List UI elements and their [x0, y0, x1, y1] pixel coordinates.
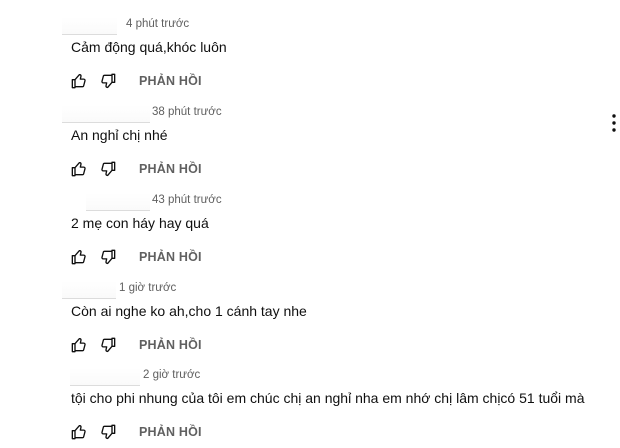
comment-text: tội cho phi nhung của tôi em chúc chị an… [71, 390, 585, 406]
author-name-redacted[interactable] [62, 17, 117, 35]
comment-timestamp[interactable]: 1 giờ trước [119, 282, 176, 294]
reply-button[interactable]: PHẢN HỒI [139, 425, 202, 439]
like-button[interactable] [70, 423, 88, 441]
vertical-ellipsis-icon [612, 114, 616, 132]
comment-item: 2 giờ trước tội cho phi nhung của tôi em… [0, 360, 600, 448]
comment-text: 2 mẹ con háy hay quá [71, 215, 209, 231]
thumbs-down-icon [101, 337, 116, 353]
comment-timestamp[interactable]: 2 giờ trước [143, 369, 200, 381]
comment-item: 1 giờ trước Còn ai nghe ko ah,cho 1 cánh… [0, 273, 600, 361]
dislike-button[interactable] [99, 160, 117, 178]
thumbs-up-icon [71, 162, 86, 177]
comment-item: 43 phút trước 2 mẹ con háy hay quá PHẢN … [0, 185, 600, 273]
like-button[interactable] [70, 336, 88, 354]
author-name-redacted[interactable] [62, 105, 150, 123]
thumbs-up-icon [71, 250, 86, 265]
comment-timestamp[interactable]: 43 phút trước [152, 194, 222, 206]
comment-text: An nghỉ chị nhé [71, 127, 168, 143]
comment-action-menu-button[interactable] [609, 112, 619, 134]
reply-button[interactable]: PHẢN HỒI [139, 74, 202, 88]
dislike-button[interactable] [99, 336, 117, 354]
comment-text: Còn ai nghe ko ah,cho 1 cánh tay nhe [71, 303, 307, 319]
comment-text: Cảm động quá,khóc luôn [71, 39, 227, 55]
like-button[interactable] [70, 160, 88, 178]
dislike-button[interactable] [99, 248, 117, 266]
thumbs-up-icon [71, 338, 86, 353]
comment-item: 4 phút trước Cảm động quá,khóc luôn PHẢN… [0, 9, 600, 97]
thumbs-down-icon [101, 249, 116, 265]
comment-timestamp[interactable]: 38 phút trước [152, 106, 222, 118]
reply-button[interactable]: PHẢN HỒI [139, 338, 202, 352]
comment-actions: PHẢN HỒI [70, 420, 202, 444]
author-name-redacted[interactable] [86, 193, 150, 211]
comment-actions: PHẢN HỒI [70, 333, 202, 357]
thumbs-down-icon [101, 73, 116, 89]
thumbs-up-icon [71, 74, 86, 89]
author-name-redacted[interactable] [62, 281, 116, 299]
dislike-button[interactable] [99, 72, 117, 90]
reply-button[interactable]: PHẢN HỒI [139, 162, 202, 176]
comment-item: 38 phút trước An nghỉ chị nhé PHẢN HỒI [0, 97, 600, 185]
comment-actions: PHẢN HỒI [70, 69, 202, 93]
comment-actions: PHẢN HỒI [70, 157, 202, 181]
comment-timestamp[interactable]: 4 phút trước [126, 18, 189, 30]
thumbs-down-icon [101, 424, 116, 440]
thumbs-up-icon [71, 425, 86, 440]
thumbs-down-icon [101, 161, 116, 177]
like-button[interactable] [70, 248, 88, 266]
dislike-button[interactable] [99, 423, 117, 441]
comment-actions: PHẢN HỒI [70, 245, 202, 269]
reply-button[interactable]: PHẢN HỒI [139, 250, 202, 264]
author-name-redacted[interactable] [70, 368, 140, 386]
like-button[interactable] [70, 72, 88, 90]
